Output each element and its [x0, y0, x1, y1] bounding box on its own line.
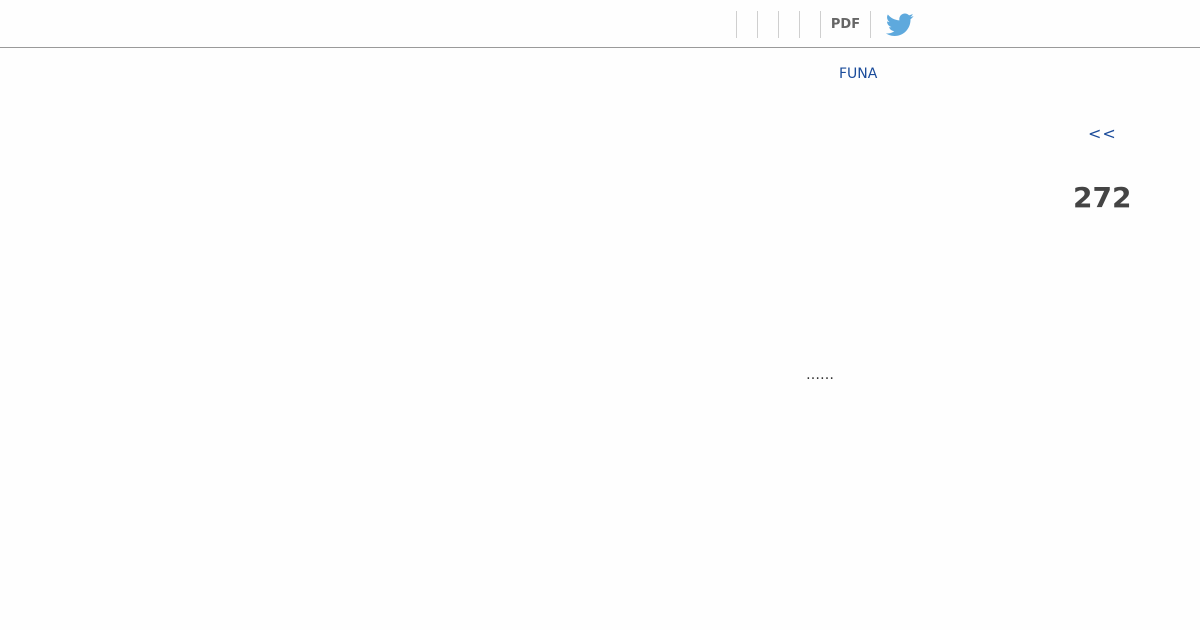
twitter-bird-icon	[886, 13, 914, 36]
funa-link[interactable]: FUNA	[839, 66, 877, 82]
toolbar-separator	[799, 11, 800, 38]
ellipsis-text: ……	[806, 367, 834, 383]
pdf-button[interactable]: PDF	[821, 11, 870, 38]
back-link[interactable]: <<	[1088, 124, 1117, 143]
toolbar-separator	[757, 11, 758, 38]
toolbar-separator	[736, 11, 737, 38]
page: PDF FUNA << 272 ……	[0, 0, 1200, 630]
top-toolbar: PDF	[0, 0, 1200, 48]
twitter-share-button[interactable]	[886, 13, 914, 37]
page-number: 272	[1073, 181, 1132, 214]
toolbar-separator	[778, 11, 779, 38]
toolbar-separator	[870, 11, 871, 38]
